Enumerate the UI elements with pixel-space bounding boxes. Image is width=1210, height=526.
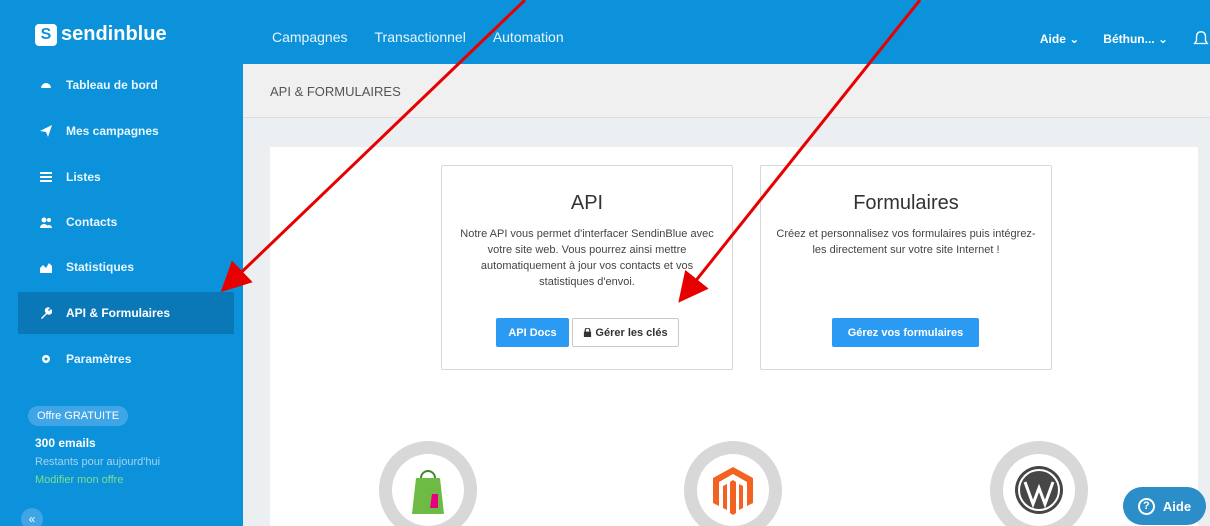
wrench-icon <box>41 307 52 319</box>
help-widget-button[interactable]: ? Aide <box>1123 487 1206 525</box>
bell-icon[interactable] <box>1192 30 1210 48</box>
paper-plane-icon <box>40 125 52 137</box>
forms-title: Formulaires <box>853 192 959 214</box>
manage-keys-label: Gérer les clés <box>595 326 668 339</box>
topnav-transactionnel[interactable]: Transactionnel <box>375 29 466 45</box>
sidebar-item-settings[interactable]: Paramètres <box>18 338 234 380</box>
sidebar-item-contacts[interactable]: Contacts <box>18 201 234 243</box>
prestashop-icon <box>412 470 444 514</box>
chart-icon <box>40 263 52 273</box>
help-widget-label: Aide <box>1162 498 1192 514</box>
api-docs-button[interactable]: API Docs <box>496 318 569 347</box>
top-bar: S sendinblue Campagnes Transactionnel Au… <box>0 0 1210 64</box>
sidebar-item-label: Mes campagnes <box>66 124 159 138</box>
users-icon <box>40 217 52 228</box>
magento-icon <box>713 467 753 515</box>
question-icon: ? <box>1137 497 1155 515</box>
top-right-menu: Aide ⌄ Béthun... ⌄ <box>1040 30 1210 48</box>
sidebar-item-label: Tableau de bord <box>66 78 158 92</box>
api-description: Notre API vous permet d'interfacer Sendi… <box>460 228 714 288</box>
help-menu[interactable]: Aide ⌄ <box>1040 32 1079 46</box>
top-nav: Campagnes Transactionnel Automation <box>272 29 564 45</box>
sidebar-item-lists[interactable]: Listes <box>18 156 234 198</box>
sidebar-item-campaigns[interactable]: Mes campagnes <box>18 110 234 152</box>
offer-remaining: Restants pour aujourd'hui <box>35 456 161 468</box>
topnav-automation[interactable]: Automation <box>493 29 564 45</box>
api-box: API Notre API vous permet d'interfacer S… <box>441 165 733 370</box>
account-menu[interactable]: Béthun... ⌄ <box>1103 32 1168 46</box>
offer-badge: Offre GRATUITE <box>28 406 129 426</box>
dashboard-icon <box>41 83 51 88</box>
modify-offer-link[interactable]: Modifier mon offre <box>35 474 123 486</box>
forms-description: Créez et personnalisez vos formulaires p… <box>776 228 1036 256</box>
offer-count: 300 emails <box>35 436 96 450</box>
forms-box: Formulaires Créez et personnalisez vos f… <box>760 165 1052 370</box>
sidebar-item-label: Paramètres <box>66 352 132 366</box>
sidebar-item-label: Listes <box>66 170 101 184</box>
page-title: API & FORMULAIRES <box>270 84 401 99</box>
brand-name: sendinblue <box>61 23 167 45</box>
brand-logo[interactable]: S sendinblue <box>35 23 167 46</box>
gear-icon <box>42 355 50 363</box>
page-header: API & FORMULAIRES <box>243 64 1210 118</box>
manage-forms-button[interactable]: Gérez vos formulaires <box>832 318 979 347</box>
sidebar-item-label: API & Formulaires <box>66 306 171 320</box>
topnav-campagnes[interactable]: Campagnes <box>272 29 348 45</box>
sidebar-item-api-forms[interactable]: API & Formulaires <box>18 292 234 334</box>
sidebar-item-label: Statistiques <box>66 260 135 274</box>
sidebar-item-statistics[interactable]: Statistiques <box>18 246 234 288</box>
sidebar-item-label: Contacts <box>66 215 118 229</box>
wordpress-icon <box>1015 466 1063 514</box>
lock-icon <box>584 328 592 337</box>
sidebar-item-dashboard[interactable]: Tableau de bord <box>18 64 234 106</box>
manage-keys-button[interactable]: Gérer les clés <box>572 318 679 347</box>
sendinblue-logo-icon: S <box>35 23 57 46</box>
api-title: API <box>570 192 604 214</box>
collapse-sidebar-button[interactable]: « <box>21 508 43 526</box>
list-icon <box>40 172 52 182</box>
sidebar: Tableau de bord Mes campagnes Listes Con… <box>0 64 243 526</box>
